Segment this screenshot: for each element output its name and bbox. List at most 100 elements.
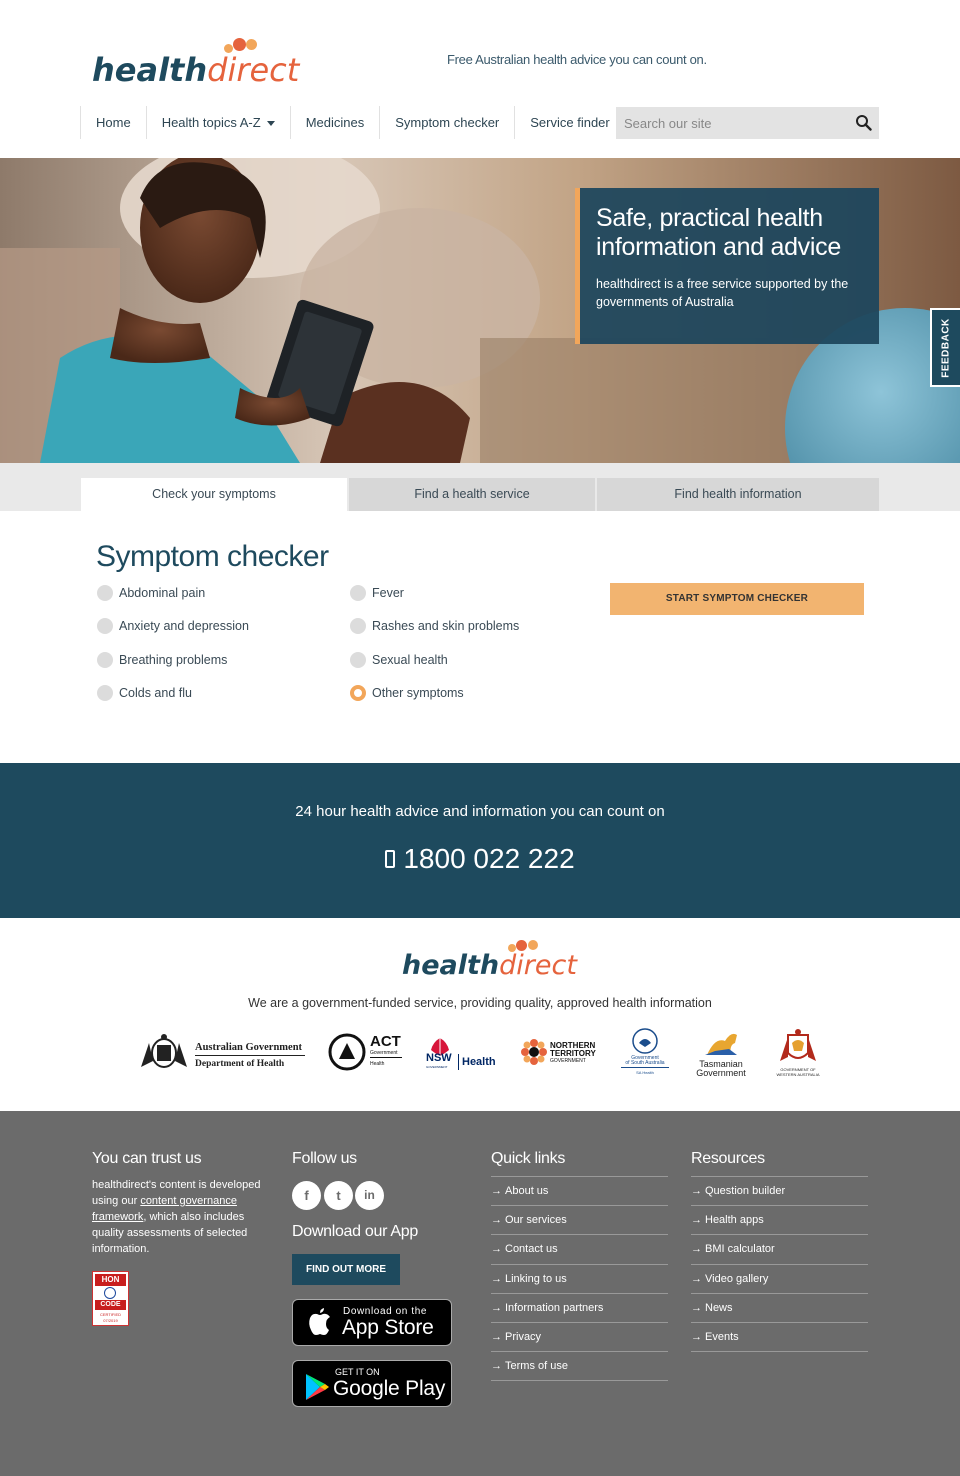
symptom-option-label: Fever xyxy=(372,586,404,600)
symptom-option-label: Colds and flu xyxy=(119,686,192,700)
hon-line3: CERTIFIED xyxy=(99,1312,122,1317)
gov-logo-line3: Health xyxy=(370,1061,385,1067)
symptom-checker-title: Symptom checker xyxy=(96,540,329,573)
tab-find-health-service[interactable]: Find a health service xyxy=(349,478,595,511)
footer-link[interactable]: → Information partners xyxy=(491,1294,668,1323)
hero-subtitle: healthdirect is a free service supported… xyxy=(596,277,849,309)
tabs-bar: Check your symptoms Find a health servic… xyxy=(0,463,960,511)
nav-home[interactable]: Home xyxy=(80,106,146,139)
gov-logo-line2: Government xyxy=(370,1050,398,1056)
footer-link[interactable]: → About us xyxy=(491,1177,668,1207)
footer-link[interactable]: → Contact us xyxy=(491,1235,668,1265)
northern-territory-logo[interactable]: NORTHERN TERRITORY GOVERNMENT xyxy=(521,1027,597,1079)
healthdirect-logo[interactable]: healthdirect xyxy=(92,38,299,90)
nav-service-finder[interactable]: Service finder xyxy=(514,106,624,139)
tagline: Free Australian health advice you can co… xyxy=(447,52,707,67)
search-icon[interactable] xyxy=(855,114,873,132)
logo-text-direct: direct xyxy=(207,51,300,89)
nsw-health-logo[interactable]: NSW GOVERNMENT Health xyxy=(425,1027,501,1079)
google-play-big-text: Google Play xyxy=(333,1377,446,1400)
footer-link-label: Events xyxy=(705,1330,739,1343)
tab-find-health-information-label: Find health information xyxy=(674,487,802,501)
footer-link-label: About us xyxy=(505,1185,549,1197)
trust-text: healthdirect's content is developed usin… xyxy=(92,1177,277,1257)
linkedin-icon[interactable]: in xyxy=(355,1181,384,1210)
footer-link-label: Health apps xyxy=(705,1214,764,1227)
gov-logo-line2: of South Australia xyxy=(625,1060,665,1066)
footer-link[interactable]: → Linking to us xyxy=(491,1265,668,1294)
tasmanian-government-logo[interactable]: Tasmanian Government xyxy=(691,1027,751,1079)
app-store-button[interactable]: Download on the App Store xyxy=(292,1299,452,1346)
symptom-option[interactable]: Anxiety and depression xyxy=(97,616,249,636)
radio-button[interactable] xyxy=(350,652,366,668)
wa-crest-icon xyxy=(780,1029,816,1061)
australian-government-logo[interactable]: Australian Government Department of Heal… xyxy=(137,1027,307,1079)
arrow-right-icon: → xyxy=(691,1243,702,1256)
radio-button[interactable] xyxy=(97,585,113,601)
symptom-option-label: Anxiety and depression xyxy=(119,619,249,633)
phone-number[interactable]: 1800 022 222 xyxy=(403,843,574,874)
nav-symptom-checker[interactable]: Symptom checker xyxy=(379,106,514,139)
app-store-big-text: App Store xyxy=(342,1316,434,1339)
logo-text-direct: direct xyxy=(499,950,577,981)
western-australia-logo[interactable]: GOVERNMENT OF WESTERN AUSTRALIA xyxy=(770,1027,826,1079)
symptom-option-label: Other symptoms xyxy=(372,686,464,700)
hon-line1: HON xyxy=(101,1275,120,1284)
find-out-more-button[interactable]: FIND OUT MORE xyxy=(292,1254,400,1285)
start-symptom-checker-button[interactable]: START SYMPTOM CHECKER xyxy=(610,583,864,615)
footer-link[interactable]: → Events xyxy=(691,1323,868,1353)
nav-health-topics[interactable]: Health topics A-Z xyxy=(145,106,290,139)
tab-find-health-information[interactable]: Find health information xyxy=(597,478,879,511)
arrow-right-icon: → xyxy=(691,1301,702,1314)
phone-number-row[interactable]: 1800 022 222 xyxy=(0,843,960,875)
radio-button[interactable] xyxy=(97,685,113,701)
nav-medicines[interactable]: Medicines xyxy=(289,106,380,139)
radio-button[interactable] xyxy=(97,618,113,634)
feedback-tab[interactable]: FEEDBACK xyxy=(930,308,960,387)
mobile-phone-icon xyxy=(385,849,396,868)
radio-button[interactable] xyxy=(350,618,366,634)
footer-link[interactable]: → Question builder xyxy=(691,1177,868,1207)
gov-logo-line1: ACT xyxy=(370,1033,401,1050)
arrow-right-icon: → xyxy=(691,1214,702,1227)
hon-line2: CODE xyxy=(100,1301,121,1308)
radio-button-selected[interactable] xyxy=(350,685,366,701)
footer-link[interactable]: → News xyxy=(691,1294,868,1323)
symptom-option[interactable]: Fever xyxy=(350,583,404,603)
hon-code-badge[interactable]: HON CODE CERTIFIED 07/2019 xyxy=(92,1271,129,1326)
south-australia-logo[interactable]: Government of South Australia SA Health xyxy=(617,1027,673,1079)
hero-card: Safe, practical health information and a… xyxy=(575,188,879,344)
search-input[interactable] xyxy=(616,107,846,139)
facebook-icon[interactable]: f xyxy=(292,1181,321,1210)
act-crest-icon xyxy=(328,1033,366,1071)
footer-link-label: Our services xyxy=(505,1214,567,1227)
twitter-icon[interactable]: t xyxy=(324,1181,353,1210)
nav-medicines-label: Medicines xyxy=(305,115,365,130)
symptom-option[interactable]: Rashes and skin problems xyxy=(350,616,519,636)
google-play-button[interactable]: GET IT ON Google Play xyxy=(292,1360,452,1407)
footer-link[interactable]: → Our services xyxy=(491,1206,668,1236)
footer-link[interactable]: → Privacy xyxy=(491,1323,668,1353)
symptom-option[interactable]: Breathing problems xyxy=(97,650,227,670)
footer-link[interactable]: → BMI calculator xyxy=(691,1235,868,1265)
symptom-option[interactable]: Colds and flu xyxy=(97,683,192,703)
symptom-option-label: Breathing problems xyxy=(119,653,228,667)
symptom-option-selected[interactable]: Other symptoms xyxy=(350,683,464,703)
arrow-right-icon: → xyxy=(491,1272,502,1285)
radio-button[interactable] xyxy=(97,652,113,668)
symptom-option[interactable]: Abdominal pain xyxy=(97,583,205,603)
arrow-right-icon: → xyxy=(491,1243,502,1256)
act-government-logo[interactable]: ACT Government Health xyxy=(328,1027,408,1079)
google-play-icon xyxy=(306,1374,329,1400)
tab-check-symptoms-label: Check your symptoms xyxy=(152,487,276,501)
symptom-option-label: Rashes and skin problems xyxy=(372,619,520,633)
hero-title: Safe, practical health information and a… xyxy=(596,204,841,261)
tab-check-symptoms[interactable]: Check your symptoms xyxy=(81,478,347,511)
footer-link[interactable]: → Video gallery xyxy=(691,1265,868,1294)
footer-link[interactable]: → Health apps xyxy=(691,1206,868,1236)
footer-link[interactable]: → Terms of use xyxy=(491,1352,668,1382)
radio-button[interactable] xyxy=(350,585,366,601)
desert-rose-icon xyxy=(521,1039,547,1065)
symptom-option[interactable]: Sexual health xyxy=(350,650,448,670)
footer-link-label: BMI calculator xyxy=(705,1243,775,1256)
